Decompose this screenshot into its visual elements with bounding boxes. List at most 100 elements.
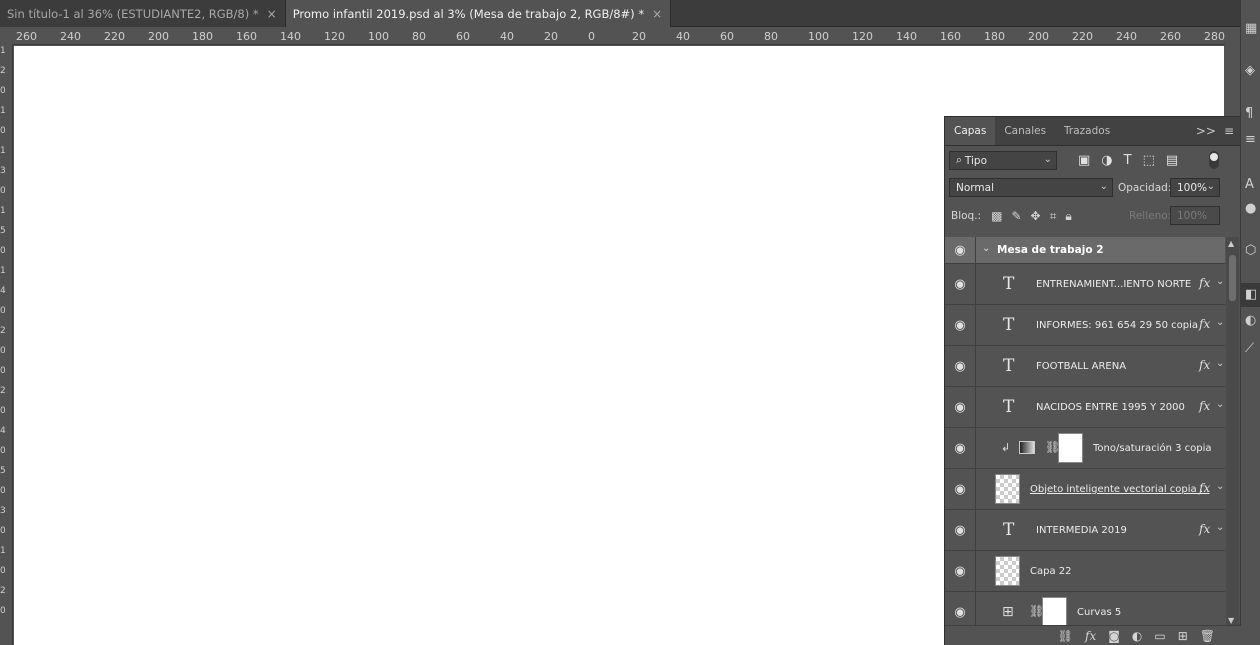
opacity-field[interactable]: 100% ⌄: [1170, 178, 1220, 197]
add-mask-icon[interactable]: ◙: [1108, 629, 1120, 643]
trash-icon[interactable]: 🗑︎: [1200, 629, 1215, 643]
lock-transparent-icon[interactable]: ▩: [991, 209, 1002, 224]
tab-promo-infantil[interactable]: Promo infantil 2019.psd al 3% (Mesa de t…: [285, 0, 672, 27]
eye-icon[interactable]: ◉: [945, 510, 976, 550]
chevron-down-icon[interactable]: ⌄: [1216, 358, 1224, 369]
ruler-tick-label: 240: [60, 30, 81, 43]
layer-group[interactable]: ◉ ⌄ Mesa de trabajo 2: [945, 237, 1225, 264]
effects-icon[interactable]: fx: [1199, 276, 1210, 290]
eye-icon[interactable]: ◉: [945, 305, 976, 345]
ruler-corner[interactable]: [0, 28, 13, 45]
eye-icon[interactable]: ◉: [945, 469, 976, 509]
layer-thumbnail[interactable]: [995, 556, 1020, 586]
chevron-down-icon[interactable]: ⌄: [1216, 276, 1224, 287]
ruler-tick-label: 60: [720, 30, 734, 43]
effects-icon[interactable]: fx: [1199, 358, 1210, 372]
chevron-down-icon[interactable]: ⌄: [1216, 317, 1224, 328]
eye-icon[interactable]: ◉: [945, 387, 976, 427]
layer-row[interactable]: ◉ Objeto inteligente vectorial copia ...…: [945, 469, 1225, 510]
ruler-tick-label: 140: [280, 30, 301, 43]
new-layer-icon[interactable]: ⊞: [1178, 629, 1188, 643]
layer-row[interactable]: ◉ Capa 22: [945, 551, 1225, 592]
libraries-icon[interactable]: ▦: [1245, 22, 1259, 36]
filter-kind-select[interactable]: ⌕ Tipo ⌄: [949, 151, 1057, 170]
layers-scrollbar[interactable]: ▲ ▼: [1226, 237, 1239, 627]
tab-sin-titulo[interactable]: Sin título-1 al 36% (ESTUDIANTE2, RGB/8)…: [0, 0, 286, 27]
eye-icon[interactable]: ◉: [945, 551, 976, 591]
layer-row[interactable]: ◉ T INTERMEDIA 2019 fx ⌄: [945, 510, 1225, 551]
lock-row: Bloq.: ▩ ✎ ✥ ⌗ 🔒︎ Relleno: 100%: [945, 202, 1240, 230]
layer-mask-thumbnail[interactable]: [1042, 597, 1067, 627]
blend-mode-select[interactable]: Normal ⌄: [949, 178, 1113, 197]
layer-row[interactable]: ◉ T ENTRENAMIENT...IENTO NORTE fx ⌄: [945, 264, 1225, 305]
effects-icon[interactable]: fx: [1199, 317, 1210, 331]
layers-icon[interactable]: ◧: [1245, 288, 1259, 302]
chevron-down-icon[interactable]: ⌄: [1216, 481, 1224, 492]
channels-icon[interactable]: ◐: [1245, 314, 1259, 328]
new-adjustment-icon[interactable]: ◐: [1132, 629, 1142, 643]
pixel-filter-icon[interactable]: ▣: [1078, 153, 1090, 168]
tab-trazados[interactable]: Trazados: [1055, 117, 1119, 145]
tab-capas[interactable]: Capas: [945, 117, 996, 145]
lock-brush-icon[interactable]: ✎: [1011, 209, 1021, 224]
cube-icon[interactable]: ⬡: [1245, 244, 1259, 258]
layer-name: INTERMEDIA 2019: [1036, 524, 1127, 536]
ruler-tick-label: 0: [588, 30, 595, 43]
lock-artboard-icon[interactable]: ⌗: [1050, 209, 1057, 224]
collapse-panel-icon[interactable]: >>: [1196, 124, 1216, 138]
layer-row[interactable]: ◉ T FOOTBALL ARENA fx ⌄: [945, 346, 1225, 387]
new-group-icon[interactable]: ▭: [1154, 629, 1165, 643]
horizontal-ruler[interactable]: 260 240 220 200 180 160 140 120 100 80 60 40 20 0 20 40…: [13, 28, 1225, 45]
layer-thumbnail[interactable]: [995, 474, 1020, 504]
tab-close-icon[interactable]: ×: [652, 7, 662, 21]
eye-icon[interactable]: ◉: [945, 428, 976, 468]
ruler-tick-label: 3: [0, 506, 6, 516]
eye-icon[interactable]: ◉: [945, 237, 976, 263]
type-filter-icon[interactable]: T: [1124, 153, 1132, 168]
lock-move-icon[interactable]: ✥: [1031, 209, 1041, 224]
adjust-icon[interactable]: ≡: [1245, 133, 1259, 147]
chevron-down-icon[interactable]: ⌄: [982, 243, 990, 254]
blend-row: Normal ⌄ Opacidad: 100% ⌄: [945, 174, 1240, 202]
vertical-ruler[interactable]: 1 2 0 1 0 1 3 0 1 5 0 1 4 0 2 0 0 2 0 4 0 5 0 3 0 1 0 2 0: [0, 45, 13, 645]
shape-filter-icon[interactable]: ⬚: [1143, 153, 1155, 168]
scroll-down-icon[interactable]: ▼: [1228, 616, 1234, 625]
ruler-tick-label: 0: [0, 306, 6, 316]
layer-mask-thumbnail[interactable]: [1058, 433, 1083, 463]
eye-icon[interactable]: ◉: [945, 346, 976, 386]
link-layers-icon[interactable]: ⛓: [1058, 629, 1073, 643]
chevron-down-icon[interactable]: ⌄: [1216, 399, 1224, 410]
eye-icon[interactable]: ◉: [945, 592, 976, 627]
curves-icon: ⊞: [1002, 604, 1014, 620]
ruler-tick-label: 1: [0, 46, 6, 56]
smart-object-filter-icon[interactable]: ▤: [1166, 153, 1178, 168]
layer-row[interactable]: ◉ T NACIDOS ENTRE 1995 Y 2000 fx ⌄: [945, 387, 1225, 428]
brush-icon[interactable]: ●: [1245, 202, 1259, 216]
chevron-down-icon[interactable]: ⌄: [1216, 522, 1224, 533]
filter-toggle[interactable]: [1209, 151, 1219, 169]
lock-all-icon[interactable]: 🔒︎: [1065, 209, 1071, 224]
layer-row[interactable]: ◉ ↲ ⛓ Tono/saturación 3 copia: [945, 428, 1225, 469]
ruler-tick-label: 100: [368, 30, 389, 43]
effects-icon[interactable]: fx: [1199, 399, 1210, 413]
add-style-icon[interactable]: fx: [1085, 629, 1096, 643]
paragraph-icon[interactable]: ¶: [1245, 107, 1259, 121]
character-icon[interactable]: A: [1245, 178, 1259, 192]
ruler-tick-label: 4: [0, 426, 6, 436]
fill-field: 100%: [1170, 206, 1220, 225]
adjustment-filter-icon[interactable]: ◑: [1101, 153, 1112, 168]
tab-close-icon[interactable]: ×: [267, 7, 277, 21]
layer-row[interactable]: ◉ T INFORMES: 961 654 29 50 copia fx ⌄: [945, 305, 1225, 346]
tab-canales[interactable]: Canales: [995, 117, 1055, 145]
layer-name: Mesa de trabajo 2: [997, 244, 1104, 256]
panel-menu-icon[interactable]: ≡: [1224, 124, 1234, 138]
ruler-tick-label: 200: [148, 30, 169, 43]
eye-icon[interactable]: ◉: [945, 264, 976, 304]
effects-icon[interactable]: fx: [1199, 481, 1210, 495]
3d-icon[interactable]: ◈: [1245, 64, 1259, 78]
scroll-thumb[interactable]: [1229, 255, 1236, 301]
paths-icon[interactable]: ⟋: [1245, 342, 1259, 356]
scroll-up-icon[interactable]: ▲: [1228, 239, 1234, 248]
layer-row[interactable]: ◉ ⊞ ⛓ Curvas 5: [945, 592, 1225, 627]
effects-icon[interactable]: fx: [1199, 522, 1210, 536]
